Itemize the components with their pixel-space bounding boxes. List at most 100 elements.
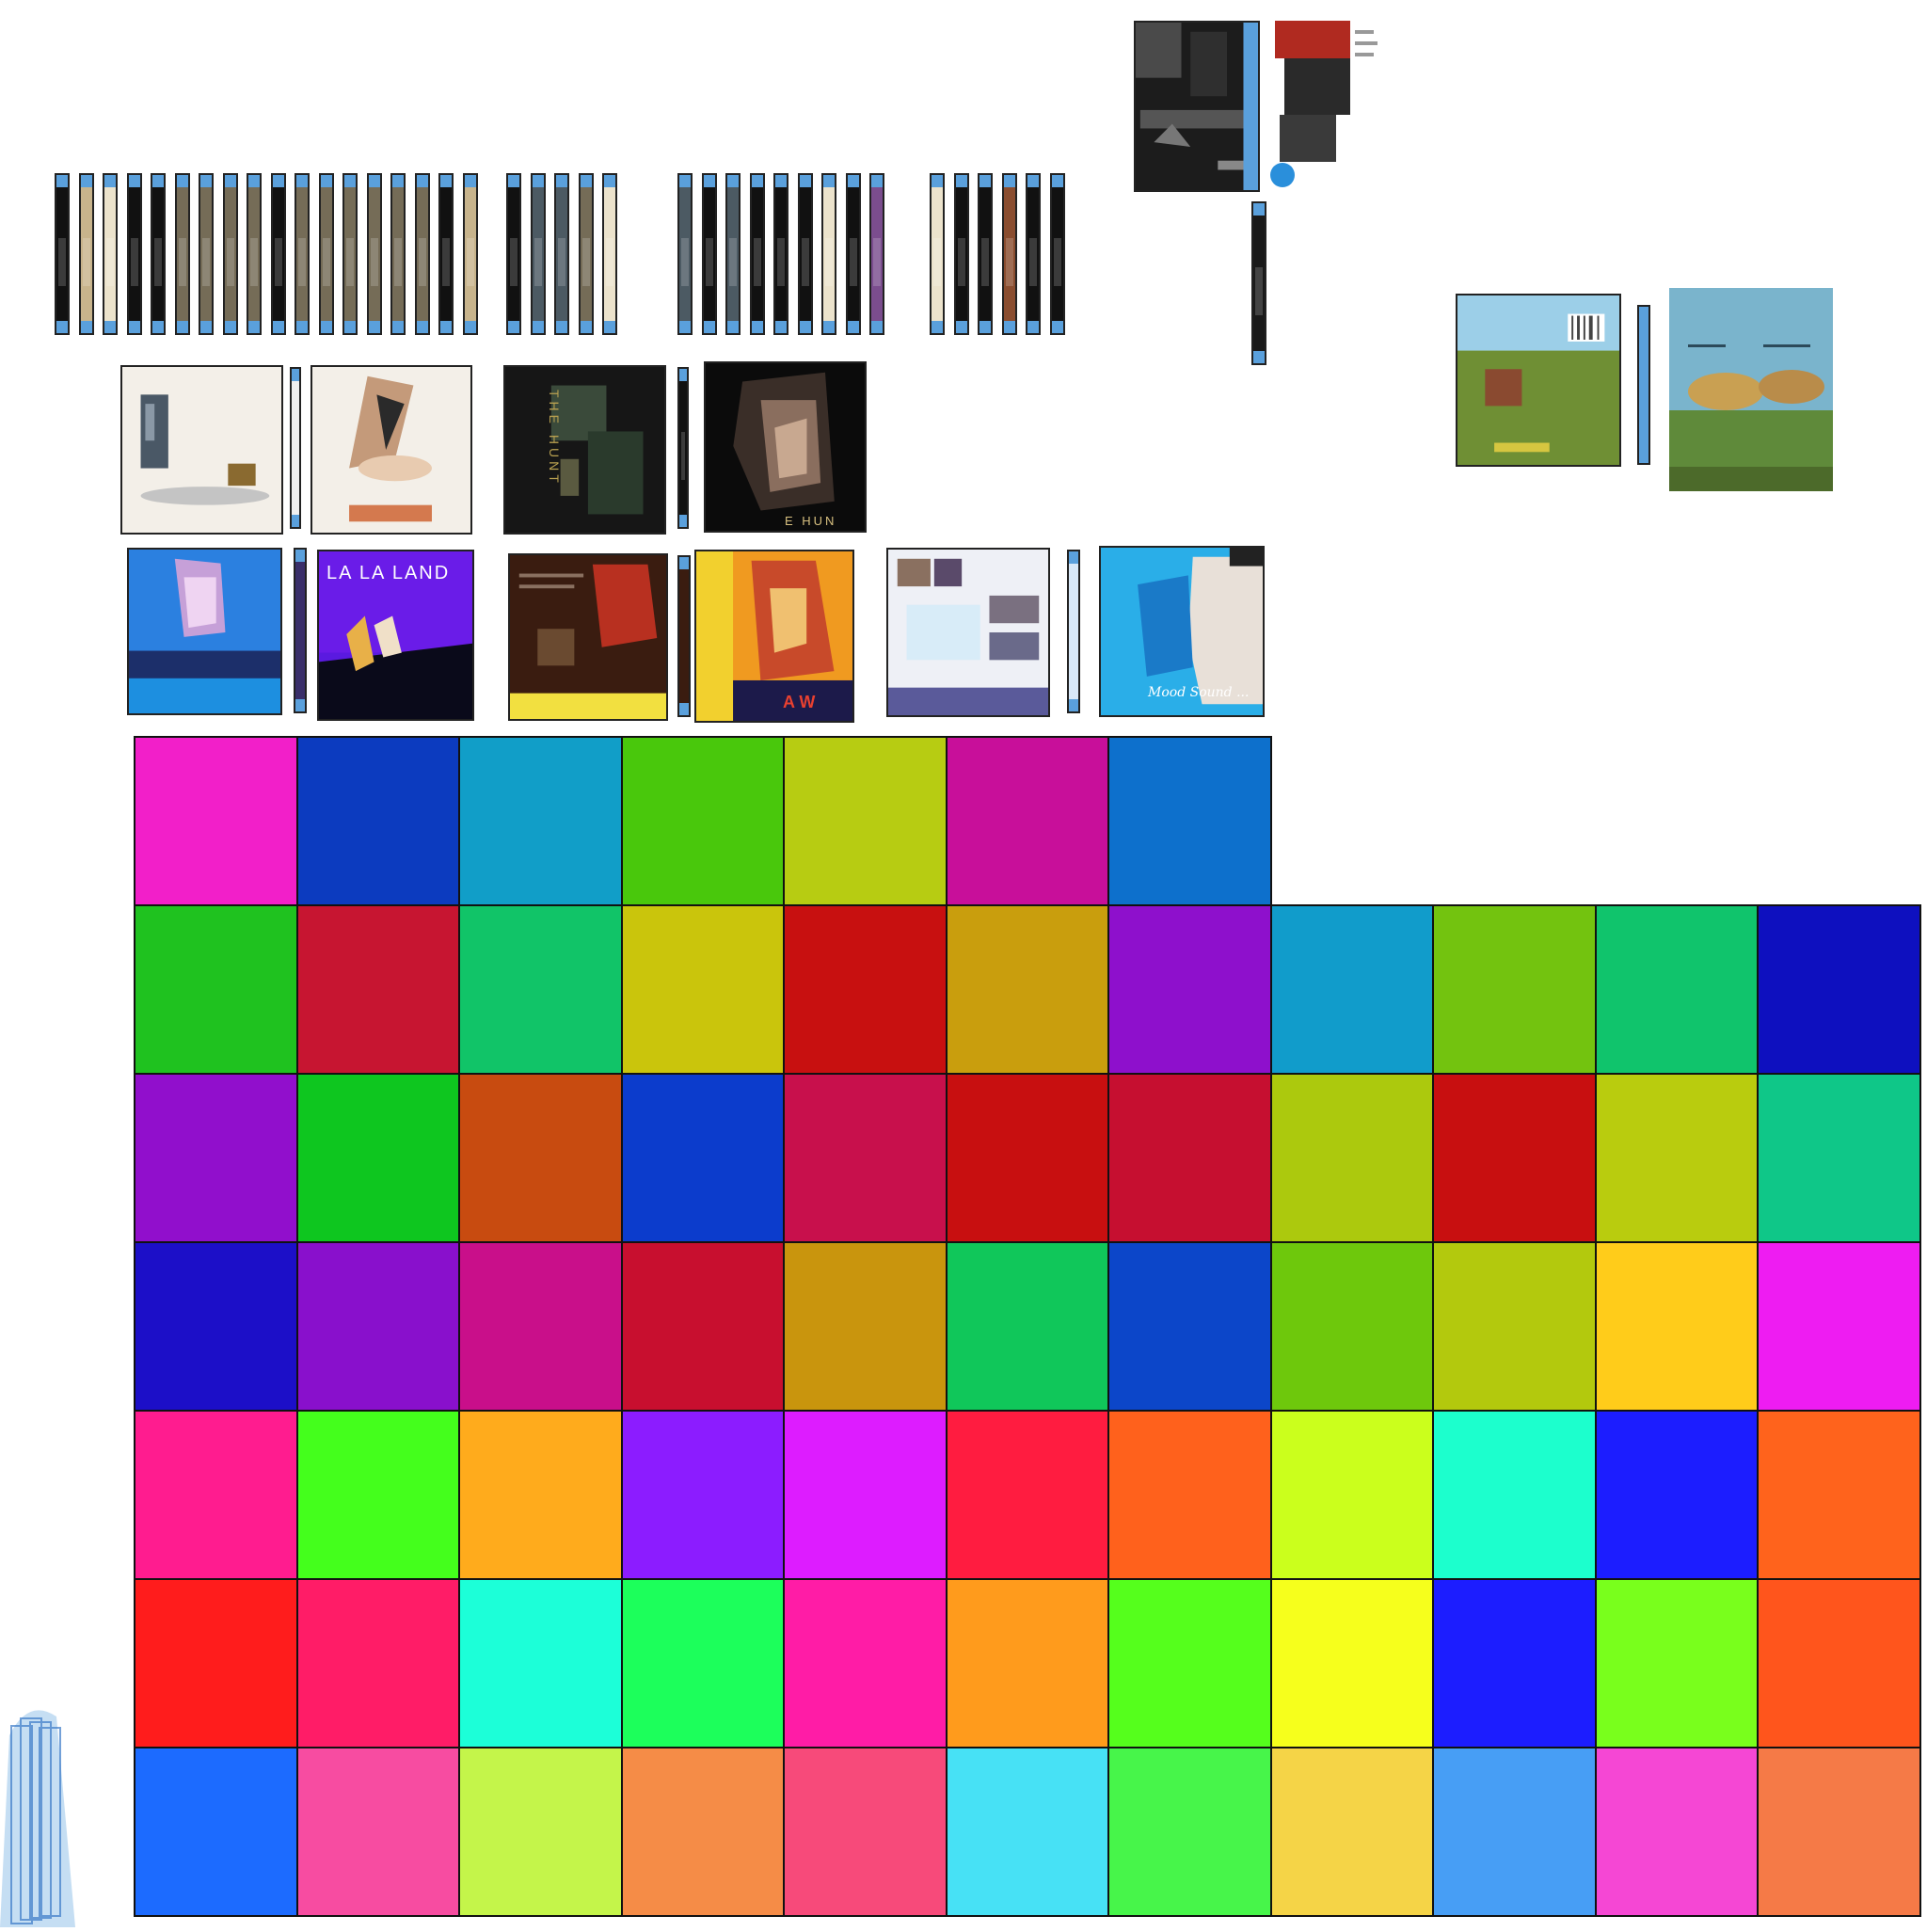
color-swatch[interactable]	[134, 1073, 298, 1243]
cover-yellow-red-front[interactable]: A W	[694, 550, 854, 723]
shelf-spine[interactable]	[773, 173, 788, 335]
shelf-spine[interactable]	[578, 173, 594, 335]
color-swatch[interactable]	[458, 1410, 623, 1580]
cover-landscape-back[interactable]	[1456, 294, 1621, 467]
cover-glass-still-life[interactable]	[120, 365, 283, 535]
cover-landscape-front[interactable]	[1669, 288, 1833, 491]
shelf-spine[interactable]	[978, 173, 993, 335]
color-swatch[interactable]	[783, 904, 948, 1075]
shelf-spine[interactable]	[151, 173, 166, 335]
color-swatch[interactable]	[945, 1073, 1109, 1243]
color-swatch[interactable]	[945, 1747, 1109, 1917]
color-swatch[interactable]	[1432, 1410, 1597, 1580]
spine-row2-a[interactable]	[294, 548, 307, 713]
color-swatch[interactable]	[945, 736, 1109, 906]
shelf-spine[interactable]	[701, 173, 717, 335]
shelf-spine[interactable]	[725, 173, 741, 335]
color-swatch[interactable]	[134, 904, 298, 1075]
color-swatch[interactable]	[1757, 1410, 1921, 1580]
shelf-spine[interactable]	[199, 173, 214, 335]
color-swatch[interactable]	[783, 1410, 948, 1580]
cover-yellow-red-back[interactable]	[508, 553, 668, 721]
cover-collage-back[interactable]	[886, 548, 1050, 717]
color-swatch[interactable]	[1432, 1241, 1597, 1412]
shelf-spine[interactable]	[930, 173, 945, 335]
shelf-spine[interactable]	[318, 173, 334, 335]
color-swatch[interactable]	[458, 904, 623, 1075]
shelf-spine[interactable]	[530, 173, 546, 335]
cover-the-hunt-front[interactable]: E HUN	[704, 361, 867, 533]
shelf-spine[interactable]	[247, 173, 262, 335]
cover-the-hunt-back[interactable]: THE HUNT	[503, 365, 666, 535]
color-swatch[interactable]	[1432, 904, 1597, 1075]
color-swatch[interactable]	[1269, 1073, 1434, 1243]
color-swatch[interactable]	[1107, 736, 1272, 906]
spine-landscape[interactable]	[1637, 305, 1650, 465]
shelf-spine[interactable]	[1049, 173, 1065, 335]
color-swatch[interactable]	[1107, 1241, 1272, 1412]
color-swatch[interactable]	[945, 904, 1109, 1075]
shelf-spine[interactable]	[126, 173, 142, 335]
color-swatch[interactable]	[1269, 1747, 1434, 1917]
color-swatch[interactable]	[458, 1578, 623, 1748]
color-swatch[interactable]	[134, 1410, 298, 1580]
color-swatch[interactable]	[1594, 1747, 1759, 1917]
shelf-spine[interactable]	[462, 173, 478, 335]
color-swatch[interactable]	[783, 1747, 948, 1917]
color-swatch[interactable]	[295, 736, 460, 906]
shelf-spine[interactable]	[270, 173, 286, 335]
color-swatch[interactable]	[783, 1073, 948, 1243]
shelf-spine[interactable]	[78, 173, 94, 335]
color-swatch[interactable]	[458, 1073, 623, 1243]
shelf-spine[interactable]	[506, 173, 521, 335]
shelf-spine[interactable]	[602, 173, 617, 335]
cover-kiss-blue[interactable]: Mood Sound ...	[1099, 546, 1265, 717]
color-swatch[interactable]	[783, 736, 948, 906]
spine-the-hunt[interactable]	[677, 367, 689, 529]
color-swatch[interactable]	[1107, 1747, 1272, 1917]
color-swatch[interactable]	[134, 1747, 298, 1917]
cover-top-dark[interactable]	[1134, 21, 1260, 192]
shelf-spine[interactable]	[1026, 173, 1041, 335]
color-swatch[interactable]	[1594, 1073, 1759, 1243]
color-swatch[interactable]	[458, 1241, 623, 1412]
color-swatch[interactable]	[620, 1241, 785, 1412]
shelf-spine[interactable]	[554, 173, 569, 335]
color-swatch[interactable]	[295, 1578, 460, 1748]
color-swatch[interactable]	[295, 1747, 460, 1917]
color-swatch[interactable]	[134, 736, 298, 906]
color-swatch[interactable]	[1757, 1241, 1921, 1412]
color-swatch[interactable]	[295, 1241, 460, 1412]
color-swatch[interactable]	[620, 1747, 785, 1917]
color-swatch[interactable]	[295, 904, 460, 1075]
cover-abstract-shapes[interactable]	[311, 365, 472, 535]
spine-row2-c[interactable]	[1067, 550, 1080, 713]
color-swatch[interactable]	[1269, 1578, 1434, 1748]
shelf-spine[interactable]	[103, 173, 118, 335]
color-swatch[interactable]	[945, 1241, 1109, 1412]
color-swatch[interactable]	[1594, 1578, 1759, 1748]
color-swatch[interactable]	[1107, 1578, 1272, 1748]
shelf-spine[interactable]	[390, 173, 406, 335]
shelf-spine[interactable]	[295, 173, 310, 335]
cover-blue-portrait[interactable]	[127, 548, 282, 715]
color-swatch[interactable]	[1757, 1578, 1921, 1748]
shelf-spine[interactable]	[797, 173, 813, 335]
color-swatch[interactable]	[134, 1241, 298, 1412]
shelf-spine[interactable]	[342, 173, 358, 335]
color-swatch[interactable]	[1757, 1747, 1921, 1917]
color-swatch[interactable]	[1107, 1073, 1272, 1243]
color-swatch[interactable]	[458, 1747, 623, 1917]
color-swatch[interactable]	[458, 736, 623, 906]
color-swatch[interactable]	[1269, 1410, 1434, 1580]
color-swatch[interactable]	[783, 1578, 948, 1748]
color-swatch[interactable]	[1757, 1073, 1921, 1243]
shelf-spine[interactable]	[821, 173, 836, 335]
color-swatch[interactable]	[1107, 904, 1272, 1075]
color-swatch[interactable]	[134, 1578, 298, 1748]
color-swatch[interactable]	[1269, 1241, 1434, 1412]
color-swatch[interactable]	[1432, 1578, 1597, 1748]
color-swatch[interactable]	[295, 1410, 460, 1580]
color-swatch[interactable]	[1432, 1073, 1597, 1243]
color-swatch[interactable]	[295, 1073, 460, 1243]
